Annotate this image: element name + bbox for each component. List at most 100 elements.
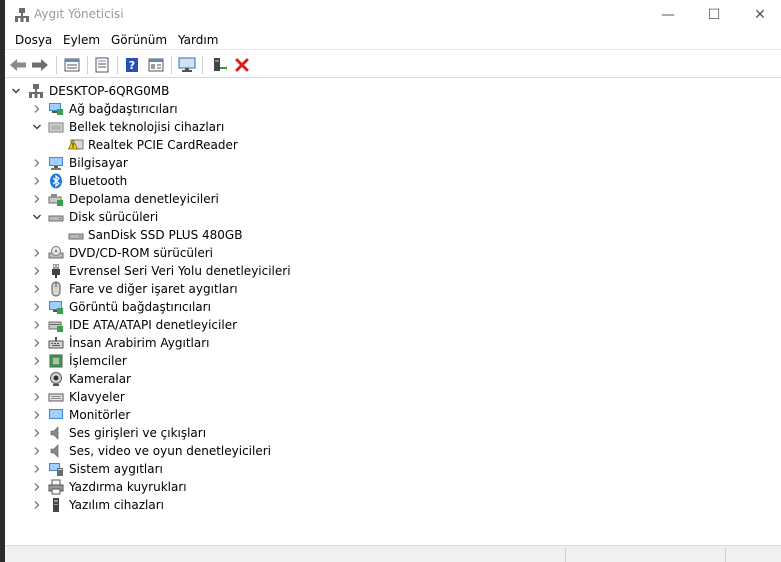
chevron-right-icon[interactable] [32,406,42,424]
device-tree: DESKTOP-6QRG0MB Ağ bağdaştırıcıları Bell… [5,79,781,544]
tree-root[interactable]: DESKTOP-6QRG0MB [5,82,305,100]
tree-child-label: SanDisk SSD PLUS 480GB [88,228,243,242]
properties-button[interactable] [92,55,112,75]
chevron-right-icon[interactable] [32,280,42,298]
computer-monitor-icon [178,57,196,72]
tree-node[interactable]: Evrensel Seri Veri Yolu denetleyicileri [5,262,405,280]
tree-child[interactable]: SanDisk SSD PLUS 480GB [5,226,405,244]
close-icon: ✕ [754,7,766,23]
update-driver-icon [214,58,227,71]
uninstall-button[interactable] [232,55,252,75]
menu-yardim[interactable]: Yardım [178,33,218,47]
warning-icon [68,139,84,150]
chevron-right-icon[interactable] [32,262,42,280]
tree-node-label: Bellek teknolojisi cihazları [69,120,225,134]
bluetooth-icon [50,173,62,189]
minimize-button[interactable]: — [645,0,691,30]
system-devices-icon [49,463,63,476]
chevron-down-icon[interactable] [32,208,42,226]
chevron-down-icon[interactable] [32,118,42,136]
scan-hardware-button[interactable] [177,55,197,75]
tree-node-label: Görüntü bağdaştırıcıları [69,300,211,314]
title-bar[interactable]: Aygıt Yöneticisi — ☐ ✕ [5,0,781,30]
hid-icon [48,337,64,349]
tree-node-label: Sistem aygıtları [69,462,163,476]
chevron-right-icon[interactable] [32,424,42,442]
computer-icon [49,157,63,170]
chevron-right-icon[interactable] [32,190,42,208]
tree-node[interactable]: Bellek teknolojisi cihazları [5,118,405,136]
tree-node-label: Monitörler [69,408,131,422]
menu-eylem[interactable]: Eylem [63,33,100,47]
menu-gorunum[interactable]: Görünüm [111,33,167,47]
toolbar-separator [117,56,118,74]
tree-node-label: Depolama denetleyicileri [69,192,219,206]
help-button[interactable]: ? [122,55,142,75]
svg-text:?: ? [129,59,135,72]
tree-node[interactable]: Görüntü bağdaştırıcıları [5,298,405,316]
disk-drive-icon [68,233,84,240]
back-button[interactable] [8,55,28,75]
update-driver-button[interactable] [209,55,229,75]
tree-node[interactable]: Depolama denetleyicileri [5,190,405,208]
chevron-right-icon[interactable] [32,154,42,172]
tree-node[interactable]: Ağ bağdaştırıcıları [5,100,405,118]
chevron-right-icon[interactable] [32,172,42,190]
chevron-right-icon[interactable] [32,370,42,388]
tree-node[interactable]: Kameralar [5,370,405,388]
chevron-right-icon[interactable] [32,244,42,262]
tree-node[interactable]: IDE ATA/ATAPI denetleyiciler [5,316,405,334]
tree-node-label: IDE ATA/ATAPI denetleyiciler [69,318,238,332]
ide-controller-icon [48,321,63,332]
chevron-right-icon[interactable] [32,100,42,118]
chevron-right-icon[interactable] [32,334,42,352]
tree-node-label: Yazdırma kuyrukları [69,480,187,494]
tree-node-label: Evrensel Seri Veri Yolu denetleyicileri [69,264,291,278]
tree-node[interactable]: Fare ve diğer işaret aygıtları [5,280,405,298]
tree-node-label: Bilgisayar [69,156,128,170]
toolbar-separator [87,56,88,74]
uninstall-icon [235,58,249,72]
tree-node[interactable]: Bilgisayar [5,154,405,172]
chevron-right-icon[interactable] [32,478,42,496]
maximize-button[interactable]: ☐ [691,0,737,30]
tree-node[interactable]: Sistem aygıtları [5,460,405,478]
toolbar-separator [171,56,172,74]
status-separator [565,548,566,562]
tree-node[interactable]: Yazdırma kuyrukları [5,478,405,496]
chevron-right-icon[interactable] [32,298,42,316]
chevron-right-icon[interactable] [32,460,42,478]
mouse-icon [51,281,61,297]
tree-node[interactable]: Yazılım cihazları [5,496,405,514]
device-list-button[interactable] [62,55,82,75]
chevron-right-icon[interactable] [32,496,42,514]
tree-root-label: DESKTOP-6QRG0MB [49,84,170,98]
sound-controller-icon [50,444,59,458]
chevron-right-icon[interactable] [32,442,42,460]
tree-child[interactable]: Realtek PCIE CardReader [5,136,405,154]
forward-button[interactable] [30,55,50,75]
help-icon: ? [126,58,138,72]
view-button[interactable] [146,55,166,75]
tree-node[interactable]: İnsan Arabirim Aygıtları [5,334,405,352]
tree-node[interactable]: Bluetooth [5,172,405,190]
close-button[interactable]: ✕ [737,0,781,30]
chevron-down-icon[interactable] [11,82,21,100]
tree-node[interactable]: İşlemciler [5,352,405,370]
menu-dosya[interactable]: Dosya [15,33,52,47]
tree-node[interactable]: DVD/CD-ROM sürücüleri [5,244,405,262]
device-manager-window: Aygıt Yöneticisi — ☐ ✕ Dosya Eylem Görün… [0,0,781,562]
tree-node[interactable]: Monitörler [5,406,405,424]
window-title: Aygıt Yöneticisi [34,7,124,21]
tree-node[interactable]: Klavyeler [5,388,405,406]
tree-node[interactable]: Ses, video ve oyun denetleyicileri [5,442,405,460]
chevron-right-icon[interactable] [32,316,42,334]
tree-node[interactable]: Disk sürücüleri [5,208,405,226]
maximize-icon: ☐ [707,7,721,23]
dvd-drive-icon [48,246,64,259]
tree-node[interactable]: Ses girişleri ve çıkışları [5,424,405,442]
chevron-right-icon[interactable] [32,352,42,370]
monitor-icon [49,409,63,419]
printer-icon [48,479,64,495]
chevron-right-icon[interactable] [32,388,42,406]
